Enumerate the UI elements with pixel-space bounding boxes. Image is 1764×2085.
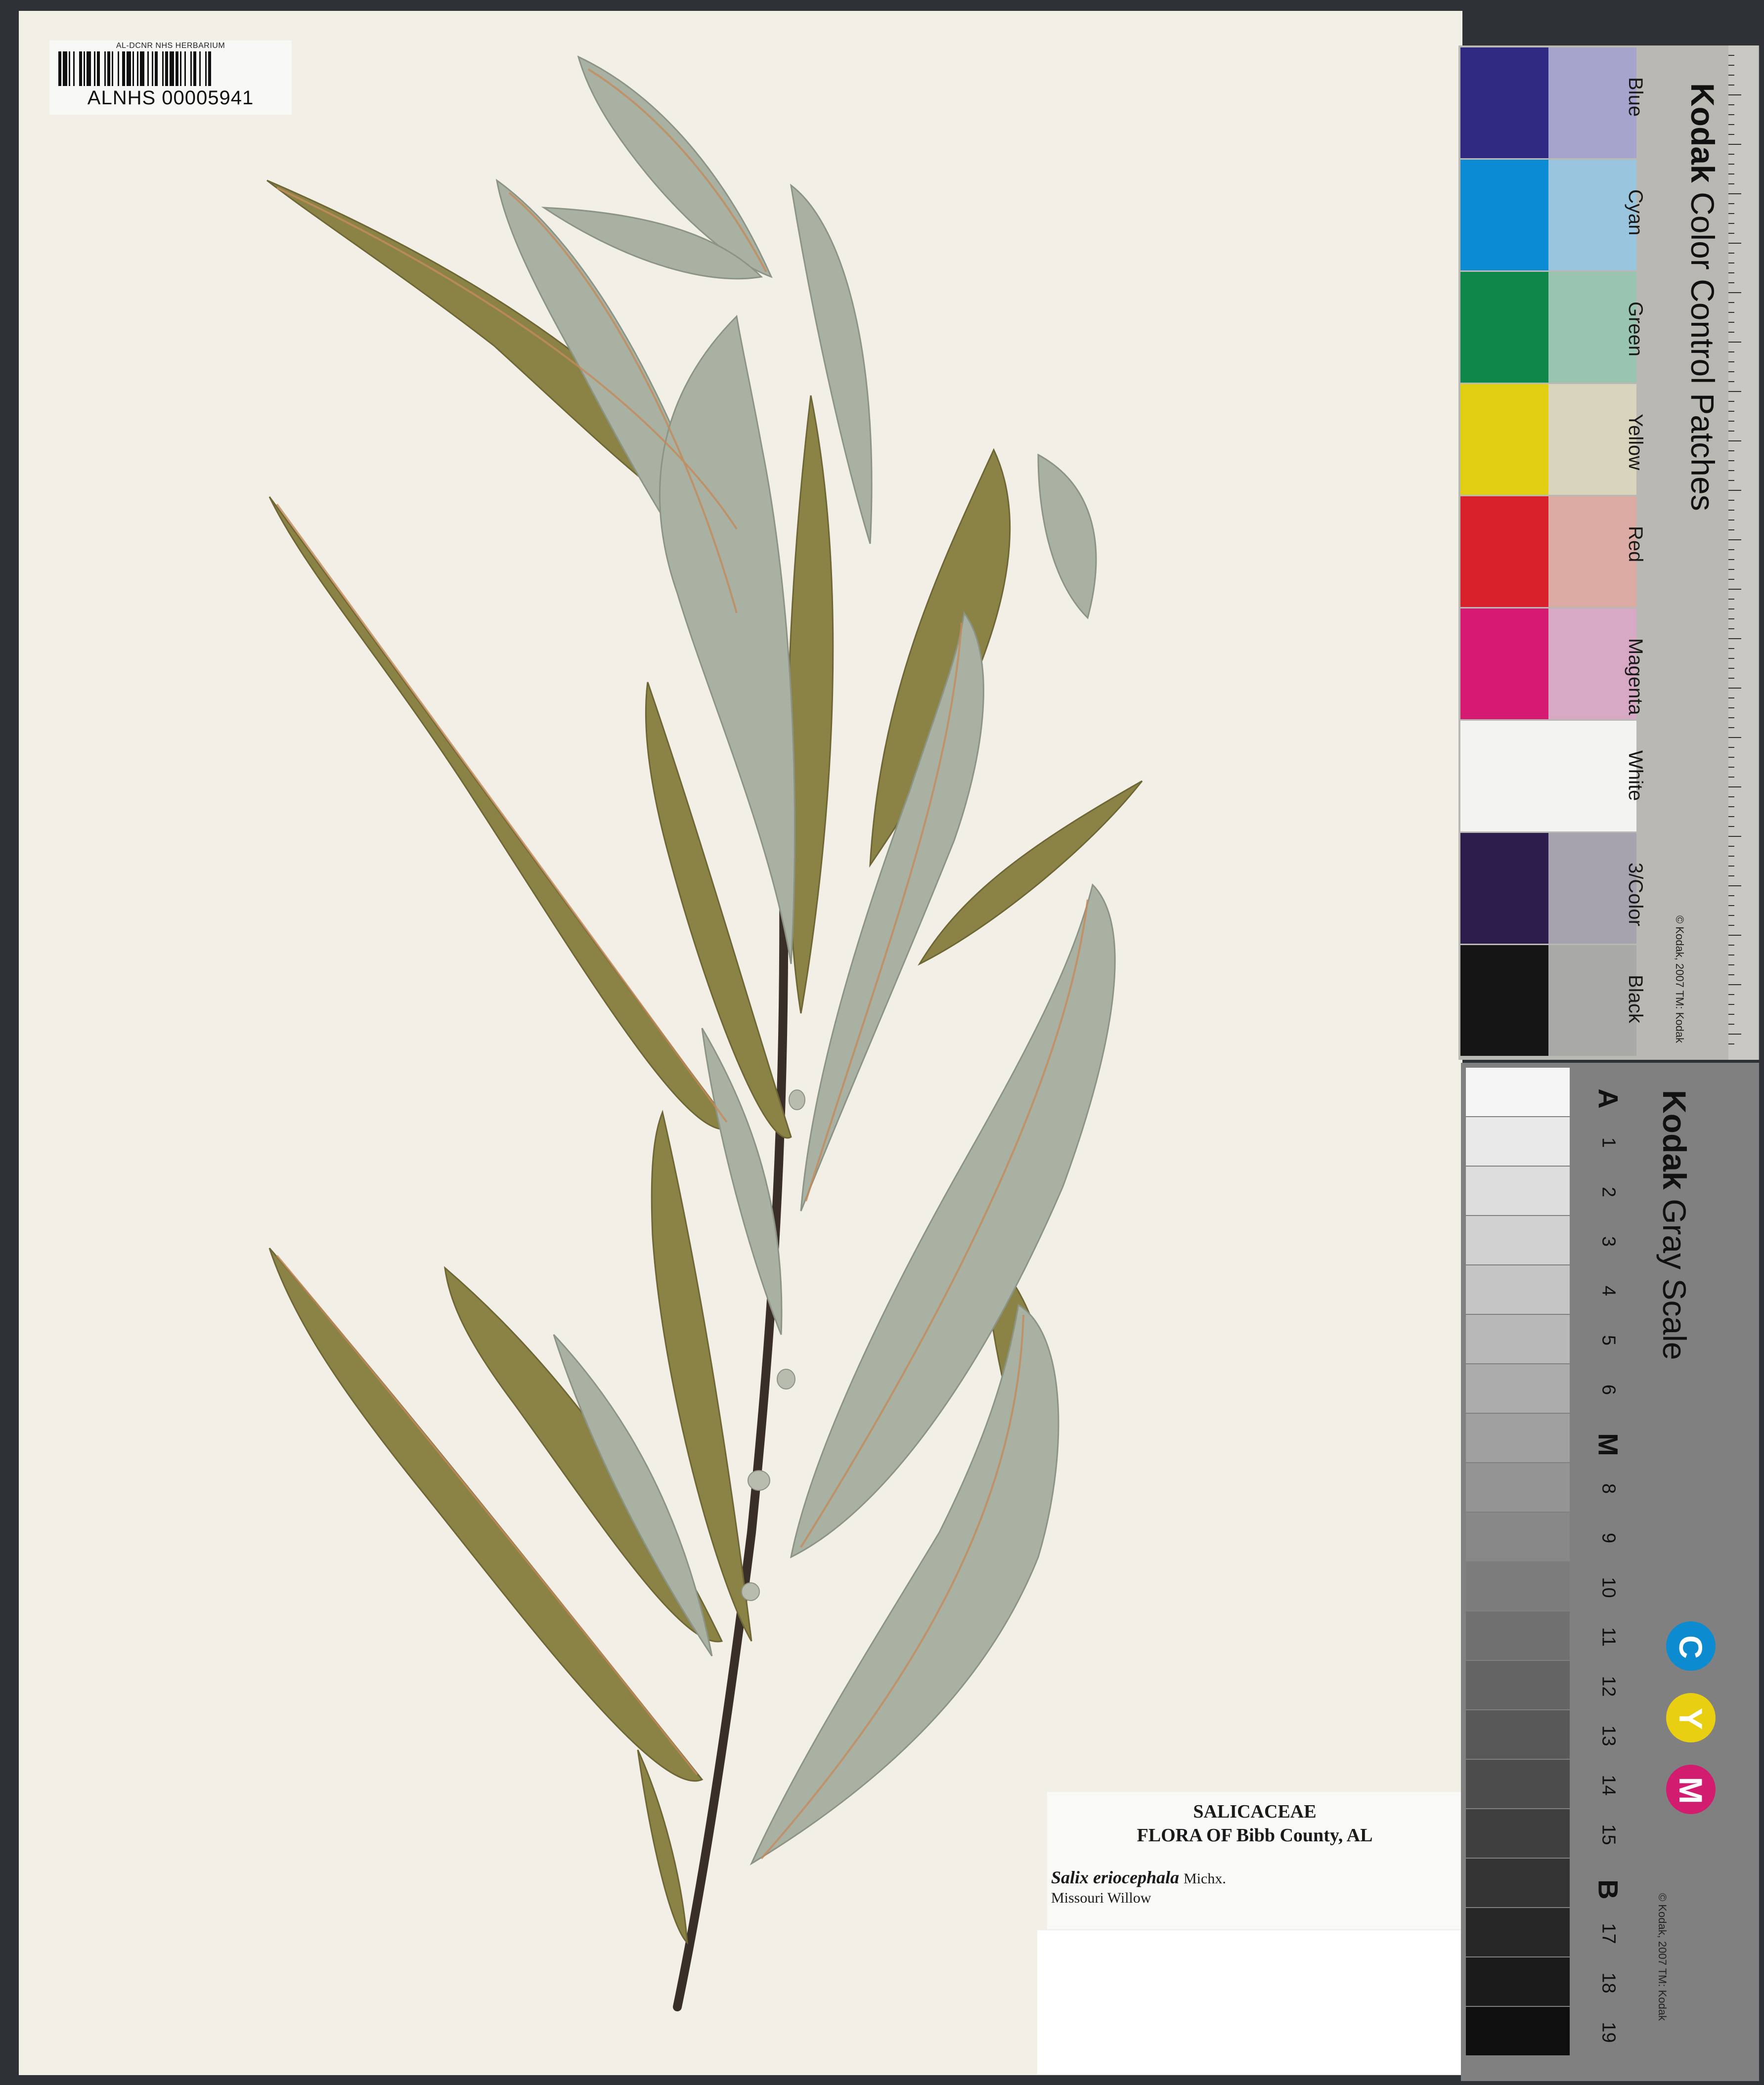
swatch-green-pale (1548, 272, 1636, 383)
color-control-card: Kodak Color Control Patches © Kodak, 200… (1458, 45, 1759, 1060)
gray-step-label: 9 (1598, 1532, 1619, 1544)
swatch-blue-strong (1460, 47, 1548, 158)
gray-step-label: 1 (1598, 1137, 1619, 1148)
gray-step-label: 2 (1598, 1186, 1619, 1198)
gray-step (1466, 1908, 1570, 1956)
gray-step-label: 12 (1598, 1676, 1619, 1697)
color-card-copyright: © Kodak, 2007 TM: Kodak (1674, 915, 1686, 1043)
label-author: Michx. (1184, 1870, 1226, 1887)
swatch-white-strong (1460, 721, 1548, 831)
label-common-name: Missouri Willow (1051, 1890, 1151, 1906)
gray-step-label: 15 (1598, 1824, 1619, 1845)
swatch-3-color-pale (1548, 833, 1636, 944)
swatch-yellow-strong (1460, 384, 1548, 495)
swatch-magenta-strong (1460, 608, 1548, 719)
cmy-dot: C (1666, 1621, 1716, 1671)
gray-step-label: 14 (1598, 1775, 1619, 1796)
cmy-dot: Y (1666, 1693, 1716, 1742)
swatch-cyan-strong (1460, 160, 1548, 270)
swatch-red-strong (1460, 496, 1548, 607)
swatch-green-strong (1460, 272, 1548, 383)
blank-label-area (1037, 1930, 1462, 2074)
gray-step (1466, 1414, 1570, 1462)
gray-step (1466, 1710, 1570, 1759)
swatch-magenta-pale (1548, 608, 1636, 719)
swatch-black-pale (1548, 945, 1636, 1056)
swatch-label: Magenta (1625, 638, 1646, 715)
swatch-black-strong (1460, 945, 1548, 1056)
color-card-brand: Kodak (1684, 83, 1721, 183)
gray-step-label: A (1592, 1088, 1624, 1109)
gray-step (1466, 1265, 1570, 1314)
gray-step-label: 5 (1598, 1335, 1619, 1346)
gray-card-title: Kodak Gray Scale (1656, 1090, 1693, 1360)
gray-step (1466, 1562, 1570, 1610)
gray-step (1466, 1809, 1570, 1858)
label-species: Salix eriocephala (1051, 1868, 1179, 1887)
label-family: SALICACEAE (1193, 1801, 1317, 1822)
gray-step-label: B (1592, 1879, 1624, 1900)
swatch-cyan-pale (1548, 160, 1636, 270)
gray-step-label: 3 (1598, 1236, 1619, 1247)
gray-step-label: 6 (1598, 1384, 1619, 1395)
gray-step (1466, 1760, 1570, 1808)
leaf (786, 395, 834, 1014)
gray-card-brand: Kodak (1656, 1090, 1693, 1190)
gray-step-label: 4 (1598, 1285, 1619, 1297)
gray-step-label: 17 (1598, 1923, 1619, 1944)
leaf (1037, 453, 1097, 619)
swatch-label: Red (1625, 526, 1646, 563)
swatch-label: White (1625, 750, 1646, 801)
gray-card-copyright: © Kodak, 2007 TM: Kodak (1656, 1893, 1669, 2021)
gray-step (1466, 1513, 1570, 1561)
gray-step-label: 18 (1598, 1972, 1619, 1994)
gray-step (1466, 1216, 1570, 1264)
leaf (790, 883, 1116, 1559)
gray-step-label: M (1592, 1433, 1624, 1456)
swatch-label: Black (1625, 975, 1646, 1023)
cmy-letter: C (1673, 1635, 1709, 1659)
gray-step (1466, 1167, 1570, 1215)
label-species-line: Salix eriocephala Michx. (1051, 1867, 1226, 1888)
swatch-label: Cyan (1625, 189, 1646, 236)
swatch-blue-pale (1548, 47, 1636, 158)
gray-step-label: 13 (1598, 1725, 1619, 1746)
color-card-title: Kodak Color Control Patches (1684, 83, 1721, 511)
swatch-label: Green (1625, 302, 1646, 357)
gray-step (1466, 1611, 1570, 1660)
leaf (637, 1749, 688, 1945)
gray-step-label: 11 (1598, 1627, 1619, 1647)
herbarium-label: SALICACEAE FLORA OF Bibb County, AL Sali… (1047, 1792, 1462, 1929)
swatch-label: Yellow (1625, 414, 1646, 471)
swatch-label: 3/Color (1625, 863, 1646, 926)
gray-scale-card: A 1 2 3 4 5 6 M 8 9 10 11 12 13 14 15 B 17 18 19 Kodak Gray… (1461, 1063, 1759, 2081)
gray-step (1466, 1068, 1570, 1116)
swatch-label: Blue (1625, 77, 1646, 117)
gray-step (1466, 2007, 1570, 2055)
gray-step (1466, 1117, 1570, 1166)
swatch-red-pale (1548, 496, 1636, 607)
color-card-title-text: Color Control Patches (1684, 192, 1721, 511)
gray-step (1466, 1859, 1570, 1907)
gray-step-label: 19 (1598, 2022, 1619, 2043)
gray-card-title-text: Gray Scale (1656, 1199, 1693, 1360)
gray-step (1466, 1315, 1570, 1363)
gray-step (1466, 1957, 1570, 2006)
gray-step (1466, 1463, 1570, 1512)
cmy-letter: Y (1673, 1707, 1709, 1730)
gray-step (1466, 1364, 1570, 1413)
gray-step-label: 8 (1598, 1483, 1619, 1494)
gray-step (1466, 1661, 1570, 1709)
label-flora: FLORA OF Bibb County, AL (1137, 1825, 1373, 1846)
gray-step-label: 10 (1598, 1577, 1619, 1598)
swatch-3-color-strong (1460, 833, 1548, 944)
ruler (1728, 45, 1758, 1060)
swatch-white-pale (1548, 721, 1636, 831)
cmy-dot: M (1666, 1765, 1716, 1814)
cmy-letter: M (1673, 1777, 1709, 1804)
swatch-yellow-pale (1548, 384, 1636, 495)
